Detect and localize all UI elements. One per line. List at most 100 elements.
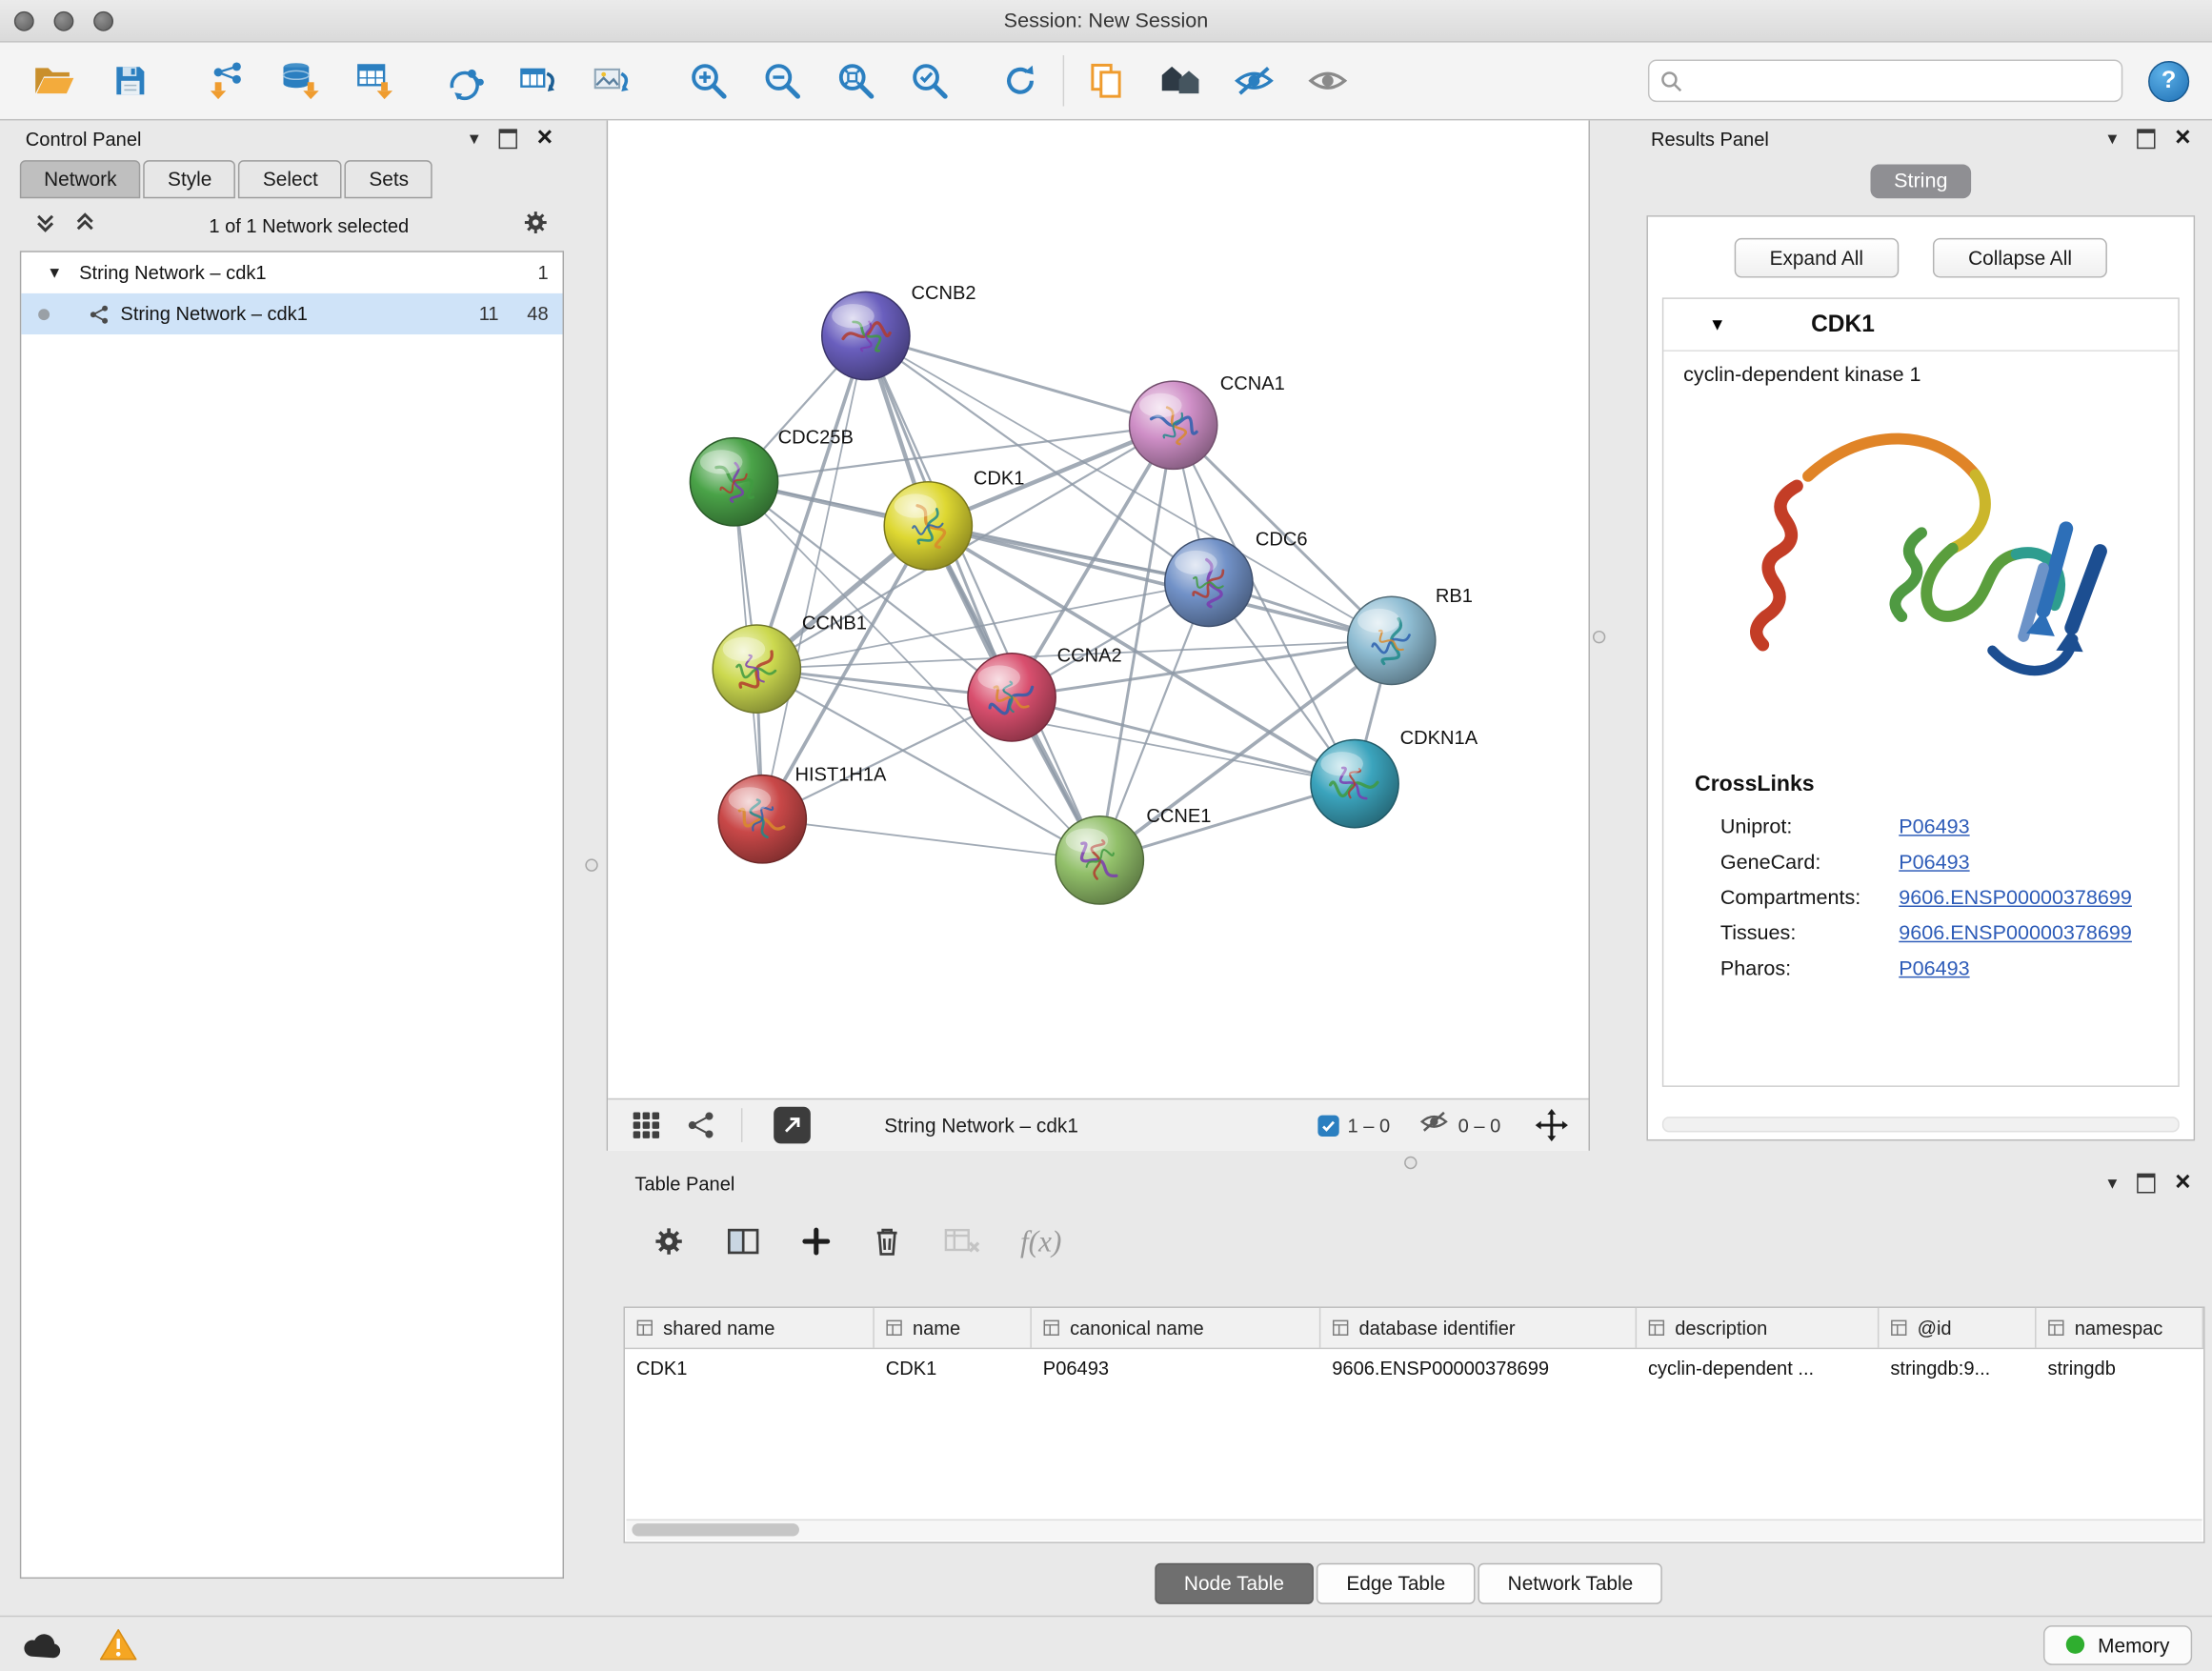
panel-menu-icon[interactable]: ▾ [470, 128, 479, 151]
close-panel-icon[interactable]: × [537, 129, 553, 149]
close-panel-icon[interactable]: × [2175, 1174, 2191, 1194]
right-splitter-handle[interactable] [1593, 631, 1605, 643]
apply-layout-button[interactable] [992, 50, 1049, 111]
clone-network-button[interactable] [1078, 50, 1136, 111]
crosslink-value-link[interactable]: 9606.ENSP00000378699 [1899, 922, 2132, 945]
network-edge[interactable] [866, 336, 1174, 426]
zoom-selected-button[interactable] [901, 50, 958, 111]
delete-table-button-disabled[interactable] [942, 1226, 980, 1258]
crosslink-value-link[interactable]: P06493 [1899, 851, 1969, 874]
scrollbar-thumb[interactable] [632, 1523, 799, 1536]
zoom-in-button[interactable] [680, 50, 737, 111]
network-node-ccna2[interactable] [968, 654, 1056, 741]
column-type-icon [1332, 1319, 1349, 1337]
expand-all-button[interactable]: Expand All [1734, 238, 1899, 278]
network-node-ccne1[interactable] [1056, 816, 1143, 904]
expand-all-icon[interactable] [73, 211, 96, 240]
crosslink-value-link[interactable]: P06493 [1899, 957, 1969, 980]
show-columns-button[interactable] [726, 1226, 761, 1258]
hidden-eye-slash-icon[interactable] [1418, 1110, 1450, 1141]
new-network-button[interactable] [436, 50, 493, 111]
column-header-shared-name[interactable]: shared name [625, 1308, 875, 1348]
grid-view-button[interactable] [631, 1110, 662, 1141]
network-label: String Network – cdk1 [120, 303, 307, 324]
function-builder-button[interactable]: f(x) [1020, 1223, 1061, 1258]
delete-column-button[interactable] [872, 1224, 903, 1258]
tab-style[interactable]: Style [144, 160, 236, 198]
column-header-name[interactable]: name [875, 1308, 1032, 1348]
float-panel-icon[interactable] [498, 129, 516, 149]
cloud-status-button[interactable] [20, 1630, 63, 1660]
network-node-ccnb2[interactable] [822, 292, 910, 379]
column-header-database-identifier[interactable]: database identifier [1320, 1308, 1637, 1348]
network-edge[interactable] [866, 336, 1099, 860]
help-button[interactable]: ? [2148, 60, 2189, 101]
collapse-all-button[interactable]: Collapse All [1933, 238, 2107, 278]
network-node-cdk1[interactable] [884, 482, 972, 570]
network-edge[interactable] [762, 819, 1099, 860]
close-panel-icon[interactable]: × [2175, 129, 2191, 149]
tab-edge-table[interactable]: Edge Table [1317, 1563, 1475, 1604]
network-canvas[interactable]: CCNB2CCNA1CDC25BCDK1CDC6RB1CCNB1CCNA2CDK… [608, 120, 1588, 1097]
network-options-gear-icon[interactable] [521, 208, 550, 243]
panel-menu-icon[interactable]: ▾ [2107, 128, 2117, 151]
import-network-file-button[interactable] [198, 50, 255, 111]
network-from-table-button[interactable] [511, 50, 568, 111]
table-header-row: shared namenamecanonical namedatabase id… [625, 1308, 2203, 1349]
crosslink-value-link[interactable]: P06493 [1899, 815, 1969, 838]
network-node-ccna1[interactable] [1130, 381, 1217, 469]
tree-expander-icon[interactable]: ▼ [47, 264, 62, 281]
network-node-cdc25b[interactable] [690, 438, 777, 526]
hide-glass-button[interactable] [1226, 50, 1283, 111]
network-collection-row[interactable]: ▼ String Network – cdk1 1 [21, 252, 562, 293]
table-horizontal-scrollbar[interactable] [626, 1520, 2202, 1540]
add-column-button[interactable] [800, 1226, 832, 1258]
float-panel-icon[interactable] [2137, 1174, 2155, 1194]
panel-menu-icon[interactable]: ▾ [2107, 1172, 2117, 1195]
column-header-namespac[interactable]: namespac [2037, 1308, 2204, 1348]
crosslink-value-link[interactable]: 9606.ENSP00000378699 [1899, 886, 2132, 909]
zoom-fit-button[interactable] [828, 50, 885, 111]
tab-network-table[interactable]: Network Table [1478, 1563, 1662, 1604]
column-label: namespac [2075, 1318, 2163, 1339]
export-image-button[interactable] [584, 50, 641, 111]
show-glass-button[interactable] [1299, 50, 1357, 111]
tab-network[interactable]: Network [20, 160, 141, 198]
collapse-all-icon[interactable] [34, 211, 57, 240]
string-home-button[interactable] [1152, 50, 1209, 111]
detach-view-button[interactable] [774, 1107, 811, 1144]
network-edge[interactable] [1012, 697, 1355, 784]
birds-eye-view-button[interactable] [687, 1111, 715, 1139]
tab-sets[interactable]: Sets [345, 160, 432, 198]
left-splitter-handle[interactable] [585, 858, 597, 871]
table-options-button[interactable] [652, 1224, 686, 1258]
network-row[interactable]: String Network – cdk1 11 48 [21, 293, 562, 334]
network-node-rb1[interactable] [1348, 596, 1436, 684]
column-header--id[interactable]: @id [1879, 1308, 2036, 1348]
memory-button[interactable]: Memory [2044, 1624, 2193, 1664]
search-input[interactable] [1691, 68, 2110, 93]
network-node-ccnb1[interactable] [713, 625, 800, 713]
float-panel-icon[interactable] [2137, 129, 2155, 149]
open-session-button[interactable] [26, 50, 82, 111]
protein-card-header[interactable]: ▼ CDK1 [1663, 299, 2178, 352]
network-edge[interactable] [762, 336, 866, 819]
network-node-cdkn1a[interactable] [1311, 739, 1398, 827]
network-node-hist1h1a[interactable] [718, 775, 806, 863]
import-table-button[interactable] [346, 50, 403, 111]
import-network-database-button[interactable] [272, 50, 330, 111]
pan-mode-button[interactable] [1535, 1108, 1569, 1142]
column-header-canonical-name[interactable]: canonical name [1032, 1308, 1320, 1348]
selected-checkbox-icon[interactable] [1317, 1115, 1338, 1136]
tab-string[interactable]: String [1870, 165, 1972, 199]
warnings-button[interactable] [99, 1627, 137, 1662]
network-node-cdc6[interactable] [1165, 538, 1253, 626]
results-scrollbar[interactable] [1662, 1117, 2180, 1132]
tab-node-table[interactable]: Node Table [1155, 1563, 1314, 1604]
table-row[interactable]: CDK1CDK1P064939606.ENSP00000378699cyclin… [625, 1349, 2203, 1389]
column-header-description[interactable]: description [1637, 1308, 1879, 1348]
horizontal-splitter-handle[interactable] [1404, 1157, 1417, 1169]
tab-select[interactable]: Select [239, 160, 342, 198]
save-session-button[interactable] [102, 50, 158, 111]
zoom-out-button[interactable] [754, 50, 811, 111]
